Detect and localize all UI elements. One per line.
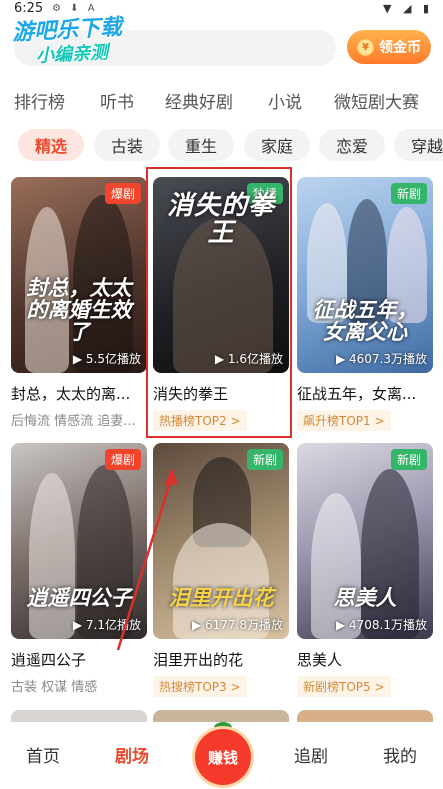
drama-poster[interactable]: 爆剧 封总，太太的离婚生效了 ▶ 5.5亿播放 (11, 177, 147, 373)
drama-poster[interactable]: 新剧 泪里开出花 ▶ 6177.8万播放 (153, 443, 289, 639)
watermark-logo: 游吧乐下载 小编亲测 (6, 6, 166, 67)
rank-tag[interactable]: 新剧榜TOP5 > (297, 676, 391, 697)
drama-poster[interactable]: 新剧 征战五年，女离父心 ▶ 4607.3万播放 (297, 177, 433, 373)
tab-ranking[interactable]: 排行榜 (14, 88, 65, 113)
nav-theater[interactable]: 剧场 (115, 742, 149, 767)
poster-title: 征战五年，女离父心 (312, 297, 418, 344)
drama-card[interactable]: 新剧 征战五年，女离父心 ▶ 4607.3万播放 征战五年，女离... 飙升榜T… (297, 177, 433, 431)
chip-featured[interactable]: 精选 (18, 129, 84, 161)
badge-new: 新剧 (390, 183, 427, 204)
drama-tags: 后悔流 情感流 追妻... (11, 414, 136, 429)
chip-time-travel[interactable]: 穿越 (394, 129, 443, 161)
nav-mine[interactable]: 我的 (383, 742, 417, 767)
drama-card-partial[interactable] (297, 710, 433, 722)
badge-new: 新剧 (390, 449, 427, 470)
poster-title: 思美人 (333, 585, 397, 610)
tab-classic[interactable]: 经典好剧 (165, 88, 233, 113)
drama-title: 封总，太太的离... (11, 385, 131, 403)
collect-coins-label: 领金币 (379, 40, 421, 56)
rank-tag[interactable]: 热搜榜TOP3 > (153, 676, 247, 697)
watermark-line2: 小编亲测 (35, 42, 109, 67)
tab-audiobook[interactable]: 听书 (100, 88, 134, 113)
status-system-icons: ▼ ◢ ▮ (383, 2, 433, 15)
genre-chips: 精选 古装 重生 家庭 恋爱 穿越 (0, 129, 443, 163)
drama-card-partial[interactable] (153, 710, 289, 722)
coin-icon: ¥ (357, 38, 374, 56)
poster-title: 封总，太太的离婚生效了 (26, 275, 132, 344)
poster-title: 逍遥四公子 (26, 585, 132, 610)
drama-card[interactable]: 新剧 泪里开出花 ▶ 6177.8万播放 泪里开出的花 热搜榜TOP3 > (153, 443, 289, 697)
collect-coins-button[interactable]: ¥ 领金币 (347, 30, 431, 64)
highlight-box (146, 167, 292, 438)
nav-earn-button[interactable]: 赚钱 (195, 729, 251, 785)
drama-card[interactable]: 爆剧 封总，太太的离婚生效了 ▶ 5.5亿播放 封总，太太的离... 后悔流 情… (11, 177, 147, 429)
drama-card[interactable]: 爆剧 逍遥四公子 ▶ 7.1亿播放 逍遥四公子 古装 权谋 情感 (11, 443, 147, 695)
chip-costume[interactable]: 古装 (94, 129, 160, 161)
bottom-nav: 首页 剧场 赚钱 追剧 我的 (0, 722, 443, 789)
drama-tags: 古装 权谋 情感 (11, 680, 98, 695)
play-count: ▶ 4708.1万播放 (335, 618, 427, 632)
drama-title: 泪里开出的花 (153, 651, 244, 669)
drama-card-partial[interactable] (11, 710, 147, 722)
tab-novel[interactable]: 小说 (268, 88, 302, 113)
drama-title: 逍遥四公子 (11, 651, 87, 669)
play-count: ▶ 6177.8万播放 (191, 618, 283, 632)
category-tabs: 排行榜 听书 经典好剧 小说 微短剧大赛 (0, 88, 443, 116)
chip-rebirth[interactable]: 重生 (168, 129, 234, 161)
drama-title: 思美人 (297, 651, 343, 669)
badge-hot: 爆剧 (104, 449, 141, 470)
drama-title: 征战五年，女离... (297, 385, 417, 403)
play-count: ▶ 4607.3万播放 (335, 352, 427, 366)
chip-family[interactable]: 家庭 (244, 129, 310, 161)
nav-home[interactable]: 首页 (26, 742, 60, 767)
badge-new: 新剧 (246, 449, 283, 470)
poster-title: 泪里开出花 (168, 585, 274, 610)
drama-poster[interactable]: 爆剧 逍遥四公子 ▶ 7.1亿播放 (11, 443, 147, 639)
nav-follow[interactable]: 追剧 (294, 742, 328, 767)
tab-contest[interactable]: 微短剧大赛 (334, 88, 419, 113)
drama-poster[interactable]: 新剧 思美人 ▶ 4708.1万播放 (297, 443, 433, 639)
play-count: ▶ 7.1亿播放 (72, 618, 141, 632)
drama-card[interactable]: 新剧 思美人 ▶ 4708.1万播放 思美人 新剧榜TOP5 > (297, 443, 433, 697)
badge-hot: 爆剧 (104, 183, 141, 204)
rank-tag[interactable]: 飙升榜TOP1 > (297, 410, 391, 431)
play-count: ▶ 5.5亿播放 (72, 352, 141, 366)
chip-romance[interactable]: 恋爱 (319, 129, 385, 161)
